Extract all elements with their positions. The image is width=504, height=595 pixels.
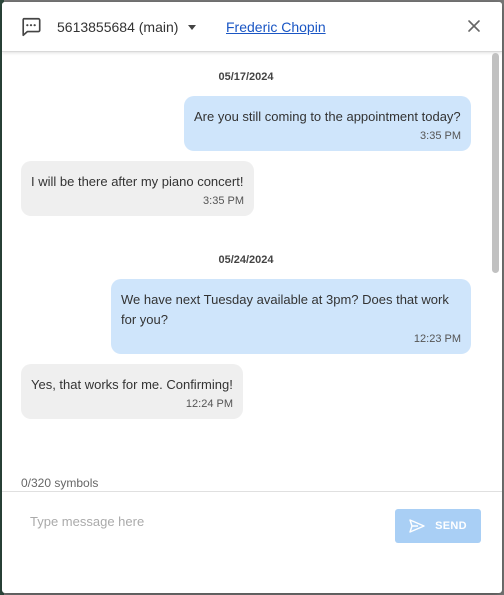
composer-divider bbox=[2, 491, 502, 492]
incoming-message: I will be there after my piano concert! … bbox=[21, 161, 254, 216]
message-time: 12:23 PM bbox=[413, 333, 461, 345]
message-time: 3:35 PM bbox=[203, 195, 244, 207]
send-icon bbox=[409, 519, 425, 533]
message-list-scrollbar[interactable] bbox=[492, 53, 499, 273]
chevron-down-icon bbox=[188, 25, 197, 30]
date-separator: 05/24/2024 bbox=[218, 254, 274, 266]
outgoing-message: Are you still coming to the appointment … bbox=[184, 96, 471, 151]
message-text: I will be there after my piano concert! bbox=[31, 174, 244, 189]
message-time: 3:35 PM bbox=[420, 130, 461, 142]
phone-line-label: 5613855684 (main) bbox=[57, 19, 179, 35]
send-button[interactable]: SEND bbox=[395, 509, 481, 543]
dialog-header: 5613855684 (main) Frederic Chopin bbox=[2, 2, 502, 52]
message-text: We have next Tuesday available at 3pm? D… bbox=[121, 292, 449, 327]
phone-line-select[interactable]: 5613855684 (main) bbox=[57, 19, 197, 35]
incoming-message: Yes, that works for me. Confirming! 12:2… bbox=[21, 364, 243, 419]
chat-bubble-icon bbox=[22, 17, 41, 37]
message-input[interactable] bbox=[30, 510, 380, 532]
contact-name-link[interactable]: Frederic Chopin bbox=[226, 19, 326, 35]
character-counter: 0/320 symbols bbox=[21, 476, 99, 490]
sms-chat-dialog: 5613855684 (main) Frederic Chopin 05/17/… bbox=[2, 2, 502, 593]
message-list[interactable]: 05/17/2024 Are you still coming to the a… bbox=[2, 53, 502, 443]
outgoing-message: We have next Tuesday available at 3pm? D… bbox=[111, 279, 471, 354]
close-icon[interactable] bbox=[467, 19, 481, 33]
message-time: 12:24 PM bbox=[185, 398, 233, 410]
send-button-label: SEND bbox=[435, 520, 467, 532]
date-separator: 05/17/2024 bbox=[218, 71, 274, 83]
message-text: Yes, that works for me. Confirming! bbox=[31, 377, 233, 392]
message-text: Are you still coming to the appointment … bbox=[194, 109, 461, 124]
